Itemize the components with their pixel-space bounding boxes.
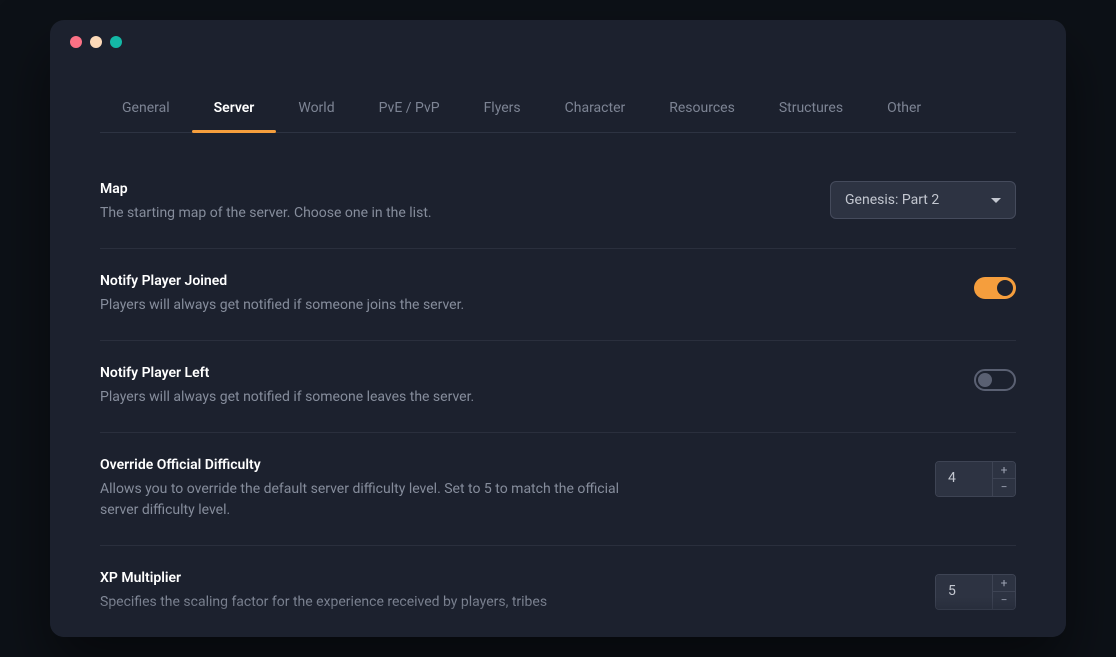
toggle-knob	[978, 373, 992, 387]
toggle-knob	[997, 280, 1013, 296]
minimize-window-button[interactable]	[90, 36, 102, 48]
setting-xp-multiplier: XP Multiplier Specifies the scaling fact…	[100, 546, 1016, 637]
xp-decrement[interactable]: −	[993, 592, 1015, 609]
settings-list: Map The starting map of the server. Choo…	[100, 133, 1016, 637]
setting-title: XP Multiplier	[100, 570, 547, 586]
tab-structures[interactable]: Structures	[757, 88, 865, 132]
setting-title: Override Official Difficulty	[100, 457, 640, 473]
setting-description: Players will always get notified if some…	[100, 387, 474, 408]
map-select[interactable]: Genesis: Part 2	[830, 181, 1016, 219]
tab-general[interactable]: General	[100, 88, 192, 132]
difficulty-stepper: 4 + −	[935, 461, 1016, 497]
setting-description: Specifies the scaling factor for the exp…	[100, 592, 547, 613]
setting-title: Map	[100, 181, 432, 197]
setting-title: Notify Player Joined	[100, 273, 464, 289]
xp-value[interactable]: 5	[936, 575, 992, 609]
tab-other[interactable]: Other	[865, 88, 943, 132]
difficulty-value[interactable]: 4	[936, 462, 992, 496]
setting-description: Players will always get notified if some…	[100, 295, 464, 316]
tabs-bar: General Server World PvE / PvP Flyers Ch…	[100, 88, 1016, 133]
setting-description: The starting map of the server. Choose o…	[100, 203, 432, 224]
difficulty-increment[interactable]: +	[993, 462, 1015, 479]
tab-world[interactable]: World	[276, 88, 356, 132]
setting-description: Allows you to override the default serve…	[100, 479, 640, 521]
map-select-value: Genesis: Part 2	[845, 192, 939, 208]
xp-stepper: 5 + −	[935, 574, 1016, 610]
xp-increment[interactable]: +	[993, 575, 1015, 592]
content-area: General Server World PvE / PvP Flyers Ch…	[50, 48, 1066, 637]
chevron-down-icon	[991, 198, 1001, 203]
tab-resources[interactable]: Resources	[647, 88, 757, 132]
notify-left-toggle[interactable]	[974, 369, 1016, 391]
setting-title: Notify Player Left	[100, 365, 474, 381]
maximize-window-button[interactable]	[110, 36, 122, 48]
tab-flyers[interactable]: Flyers	[462, 88, 543, 132]
notify-joined-toggle[interactable]	[974, 277, 1016, 299]
setting-notify-joined: Notify Player Joined Players will always…	[100, 249, 1016, 341]
setting-notify-left: Notify Player Left Players will always g…	[100, 341, 1016, 433]
close-window-button[interactable]	[70, 36, 82, 48]
setting-map: Map The starting map of the server. Choo…	[100, 157, 1016, 249]
titlebar	[50, 20, 1066, 48]
setting-override-difficulty: Override Official Difficulty Allows you …	[100, 433, 1016, 546]
tab-pve-pvp[interactable]: PvE / PvP	[357, 88, 462, 132]
app-window: General Server World PvE / PvP Flyers Ch…	[50, 20, 1066, 637]
tab-character[interactable]: Character	[543, 88, 648, 132]
difficulty-decrement[interactable]: −	[993, 479, 1015, 496]
tab-server[interactable]: Server	[192, 88, 277, 132]
